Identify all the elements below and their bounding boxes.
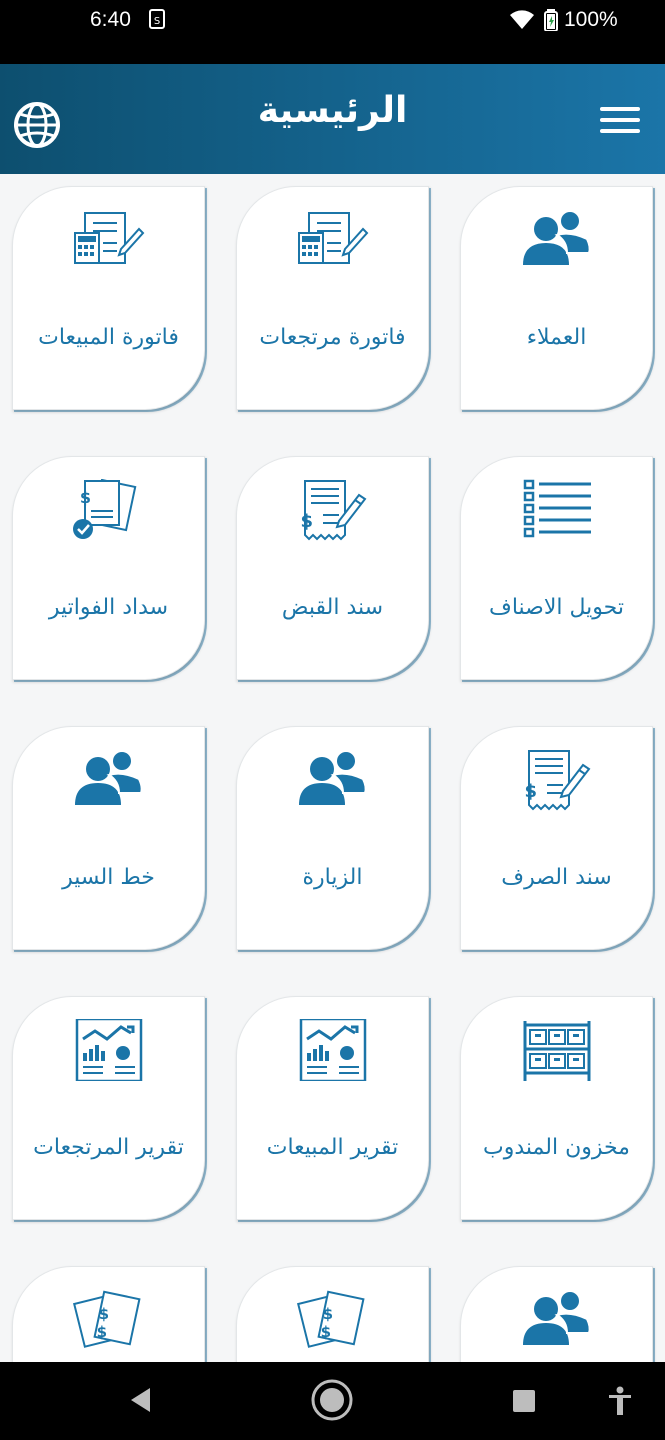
receipt-icon: $	[461, 749, 652, 811]
report-chart-icon	[237, 1019, 428, 1081]
list-icon	[461, 479, 652, 541]
menu-tile[interactable]: فاتورة مرتجعات	[236, 186, 429, 410]
recents-icon[interactable]	[512, 1389, 536, 1417]
page-title: الرئيسية	[257, 90, 408, 131]
battery-percent: 100%	[564, 8, 618, 31]
menu-tile-label: تقرير المرتجعات	[33, 1135, 184, 1160]
back-icon[interactable]	[128, 1386, 152, 1418]
users-icon	[13, 749, 204, 811]
menu-tile-label: خط السير	[62, 865, 155, 890]
home-content: العملاء فاتورة مرتجعات فاتورة المبيعات تحوي…	[0, 174, 665, 1362]
shelves-icon	[461, 1019, 652, 1081]
invoice-calculator-icon	[237, 209, 428, 271]
hamburger-menu-icon[interactable]	[598, 104, 642, 136]
menu-tile[interactable]: $ سداد الفواتير	[12, 456, 205, 680]
menu-tile[interactable]: تقرير المرتجعات	[12, 996, 205, 1220]
report-chart-icon	[13, 1019, 204, 1081]
users-icon	[461, 209, 652, 271]
users-icon	[237, 749, 428, 811]
bills-icon: $ $	[13, 1289, 204, 1351]
menu-tile[interactable]: فاتورة المبيعات	[12, 186, 205, 410]
menu-tile-label: سند الصرف	[501, 865, 612, 890]
svg-text:$: $	[322, 1305, 332, 1323]
battery-icon	[544, 9, 558, 35]
accessibility-icon[interactable]	[607, 1386, 633, 1420]
users-icon	[461, 1289, 652, 1351]
menu-tile[interactable]: $ $	[236, 1266, 429, 1362]
status-time: 6:40	[90, 8, 131, 31]
app-bar: الرئيسية	[0, 64, 665, 174]
bills-icon: $ $	[237, 1289, 428, 1351]
svg-text:$: $	[96, 1323, 106, 1341]
menu-tile-label: مخزون المندوب	[483, 1135, 630, 1160]
menu-tile-label: سند القبض	[281, 595, 384, 620]
receipt-icon: $	[237, 479, 428, 541]
menu-tile-label: سداد الفواتير	[48, 595, 169, 620]
menu-tile[interactable]: $ $	[12, 1266, 205, 1362]
menu-tile[interactable]	[460, 1266, 653, 1362]
menu-tile[interactable]: الزيارة	[236, 726, 429, 950]
menu-tile[interactable]: مخزون المندوب	[460, 996, 653, 1220]
svg-text:$: $	[300, 511, 313, 532]
svg-text:$: $	[320, 1323, 330, 1341]
svg-text:S: S	[154, 16, 160, 27]
menu-grid: العملاء فاتورة مرتجعات فاتورة المبيعات تحوي…	[12, 186, 653, 1362]
menu-tile[interactable]: $ سند القبض	[236, 456, 429, 680]
menu-tile[interactable]: $ سند الصرف	[460, 726, 653, 950]
bills-check-icon: $	[13, 479, 204, 541]
svg-text:$: $	[79, 488, 90, 507]
menu-tile-label: تحويل الاصناف	[489, 595, 624, 620]
menu-tile-label: العملاء	[526, 325, 587, 350]
home-icon[interactable]	[310, 1378, 354, 1426]
menu-tile-label: فاتورة مرتجعات	[259, 325, 406, 350]
invoice-calculator-icon	[13, 209, 204, 271]
svg-text:$: $	[524, 781, 537, 802]
svg-text:$: $	[98, 1305, 108, 1323]
menu-tile-label: تقرير المبيعات	[266, 1135, 399, 1160]
status-bar: 6:40 S 100%	[0, 0, 665, 64]
menu-tile[interactable]: العملاء	[460, 186, 653, 410]
menu-tile-label: فاتورة المبيعات	[38, 325, 179, 350]
sim-icon: S	[148, 8, 166, 35]
menu-tile-label: الزيارة	[302, 865, 363, 890]
wifi-icon	[509, 9, 535, 35]
menu-tile[interactable]: تحويل الاصناف	[460, 456, 653, 680]
menu-tile[interactable]: خط السير	[12, 726, 205, 950]
menu-tile[interactable]: تقرير المبيعات	[236, 996, 429, 1220]
system-nav-bar	[0, 1362, 665, 1440]
